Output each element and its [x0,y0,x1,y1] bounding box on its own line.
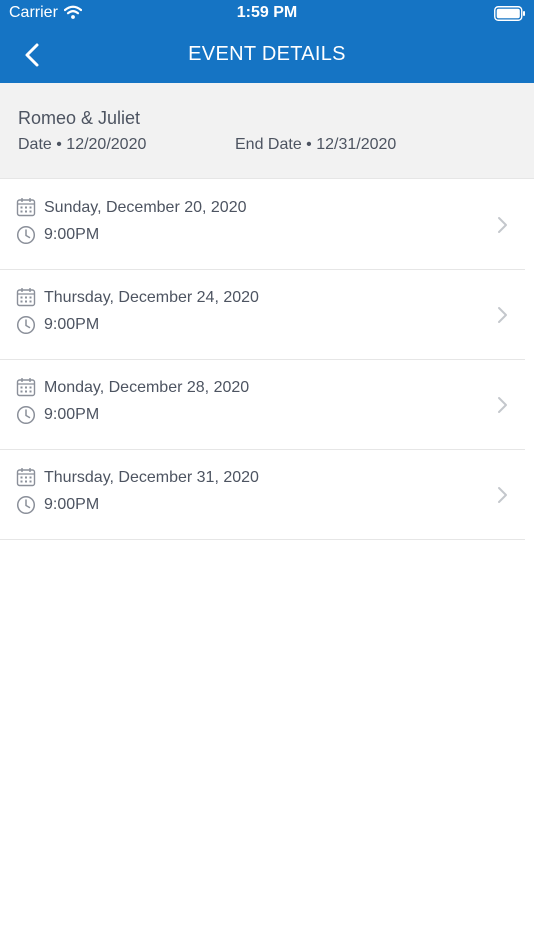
showtime-row[interactable]: Sunday, December 20, 2020 9:00PM [0,180,534,270]
status-bar: Carrier 1:59 PM [0,0,534,28]
showtime-time: 9:00PM [44,226,100,243]
chevron-right-icon [498,397,507,413]
showtime-time: 9:00PM [44,406,100,423]
row-divider [0,539,525,540]
showtime-row[interactable]: Monday, December 28, 2020 9:00PM [0,360,534,450]
showtime-time: 9:00PM [44,316,100,333]
showtime-list: Sunday, December 20, 2020 9:00PM Thursda… [0,180,534,540]
calendar-icon [16,288,36,307]
chevron-right-icon [498,487,507,503]
showtime-date: Thursday, December 24, 2020 [44,289,259,306]
calendar-icon [16,198,36,217]
event-summary: Romeo & Juliet Date • 12/20/2020 End Dat… [0,83,534,179]
showtime-date: Monday, December 28, 2020 [44,379,250,396]
calendar-icon [16,468,36,487]
navigation-bar: EVENT DETAILS [0,28,534,83]
battery-icon [494,6,525,21]
clock-icon [16,495,36,515]
chevron-right-icon [498,217,507,233]
calendar-icon [16,378,36,397]
clock-icon [16,225,36,245]
showtime-date: Sunday, December 20, 2020 [44,199,247,216]
status-time: 1:59 PM [236,4,298,21]
event-end-date: End Date • 12/31/2020 [235,136,397,153]
showtime-row[interactable]: Thursday, December 24, 2020 9:00PM [0,270,534,360]
clock-icon [16,315,36,335]
clock-icon [16,405,36,425]
event-start-date: Date • 12/20/2020 [18,136,147,153]
showtime-row[interactable]: Thursday, December 31, 2020 9:00PM [0,450,534,540]
showtime-date: Thursday, December 31, 2020 [44,469,259,486]
event-name: Romeo & Juliet [18,108,141,128]
showtime-time: 9:00PM [44,496,100,513]
chevron-right-icon [498,307,507,323]
app-header: Carrier 1:59 PM EVENT DETAILS [0,0,534,83]
page-title: EVENT DETAILS [188,43,346,65]
